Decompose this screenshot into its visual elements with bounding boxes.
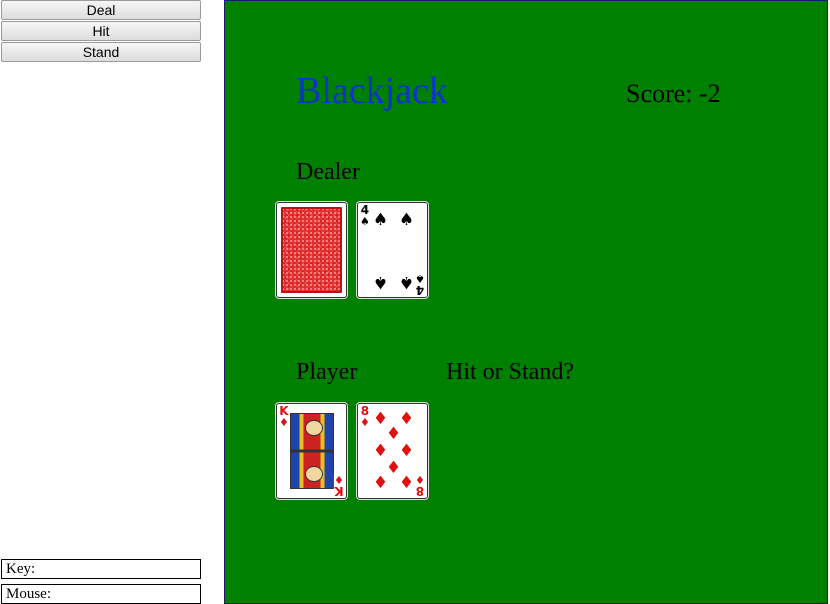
dealer-card-4-spades: 4 ♠ ♠ ♠ ♠ ♠ 4 ♠	[357, 202, 428, 298]
card-corner-top: K ♦	[279, 404, 289, 429]
card-corner-bottom: K ♦	[334, 473, 344, 498]
player-card-king-diamonds: K ♦ K ♦	[276, 403, 347, 499]
deal-button[interactable]: Deal	[1, 0, 201, 20]
score-display: Score: -2	[626, 79, 721, 108]
hit-button[interactable]: Hit	[1, 21, 201, 41]
game-canvas[interactable]: Blackjack Score: -2 Dealer Player Hit or…	[224, 0, 828, 604]
player-label: Player	[296, 359, 358, 385]
dealer-label: Dealer	[296, 159, 360, 185]
card-corner-top: 4 ♠	[360, 203, 370, 228]
spade-pip: ♠	[398, 272, 415, 292]
game-title: Blackjack	[296, 70, 448, 112]
game-prompt: Hit or Stand?	[446, 359, 574, 385]
card-back-pattern	[280, 206, 343, 294]
stand-button[interactable]: Stand	[1, 42, 201, 62]
mouse-status: Mouse:	[1, 584, 201, 604]
spade-pip: ♠	[372, 272, 389, 292]
card-corner-bottom: 8 ♦	[415, 473, 425, 498]
key-status: Key:	[1, 559, 201, 579]
card-corner-bottom: 4 ♠	[415, 272, 425, 297]
player-card-8-diamonds: 8 ♦ ♦ ♦ ♦ ♦ ♦ ♦ ♦ ♦ 8 ♦	[357, 403, 428, 499]
king-face-image	[290, 413, 334, 489]
diamond-pip: ♦	[398, 473, 415, 493]
spade-pip: ♠	[372, 210, 389, 230]
spade-pip: ♠	[398, 210, 415, 230]
diamond-pip: ♦	[372, 473, 389, 493]
card-corner-top: 8 ♦	[360, 404, 370, 429]
dealer-card-face-down	[276, 202, 347, 298]
